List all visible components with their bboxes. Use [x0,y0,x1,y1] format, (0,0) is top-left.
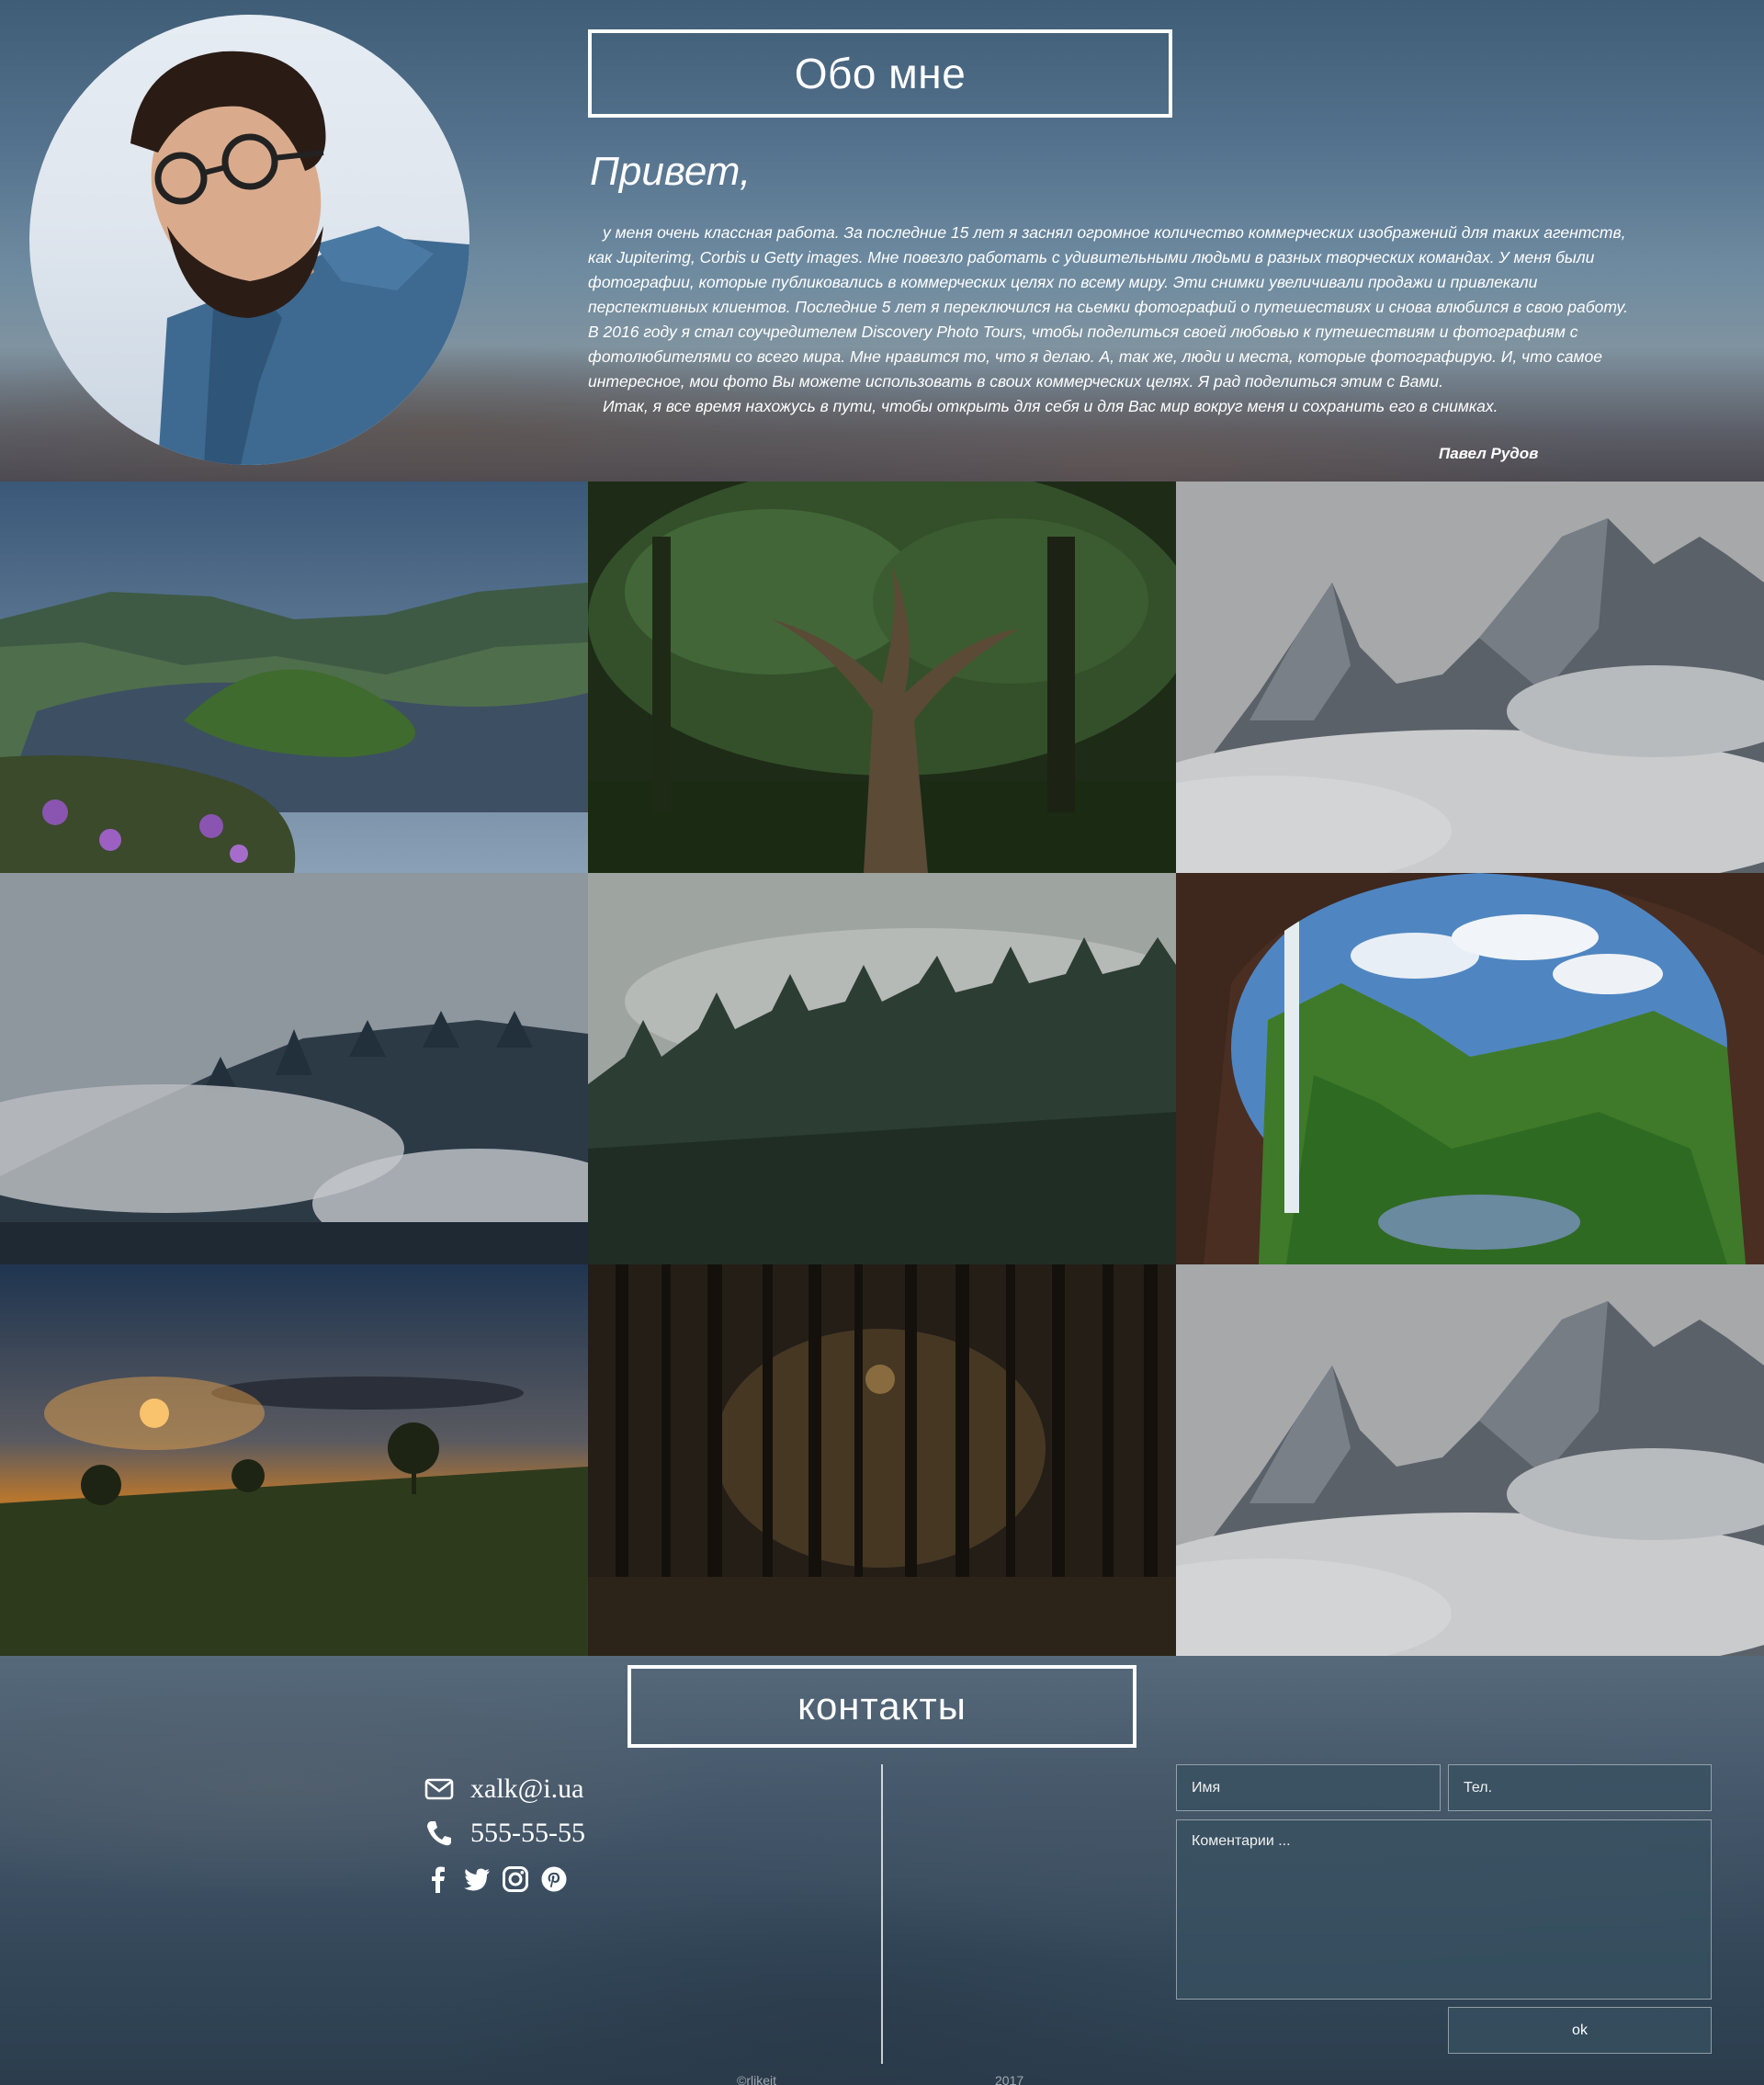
photo-gallery [0,482,1764,1656]
name-input[interactable] [1176,1764,1441,1811]
contacts-section: контакты xalk@i.ua 555-55-55 ok ©rlikeit… [0,1656,1764,2085]
misty-forest-photo[interactable] [588,873,1176,1264]
instagram-icon[interactable] [502,1865,529,1893]
footer-year: 2017 [995,2073,1024,2085]
lake-meander-photo[interactable] [0,482,588,873]
about-title: Обо мне [588,29,1172,118]
about-section: Обо мне Привет, у меня очень классная ра… [0,0,1764,482]
twitter-icon[interactable] [463,1865,491,1893]
phone-row: 555-55-55 [424,1818,585,1849]
phone-input[interactable] [1448,1764,1712,1811]
submit-button[interactable]: ok [1448,2007,1712,2054]
dark-forest-sunbeam-photo[interactable] [588,1264,1176,1656]
greeting-heading: Привет, [590,149,752,194]
envelope-icon [424,1774,454,1804]
email-text[interactable]: xalk@i.ua [470,1773,583,1805]
comment-textarea[interactable] [1176,1819,1712,2000]
contacts-title: контакты [628,1665,1136,1748]
old-tree-forest-photo[interactable] [588,482,1176,873]
foggy-pine-hill-photo[interactable] [0,873,588,1264]
misty-mountains-photo-2[interactable] [1176,1264,1764,1656]
phone-icon [424,1819,454,1848]
facebook-icon[interactable] [424,1865,452,1893]
author-portrait-image [130,51,469,465]
bio-text: у меня очень классная работа. За последн… [588,221,1635,419]
email-row: xalk@i.ua [424,1773,583,1805]
bio-paragraph-1: у меня очень классная работа. За последн… [588,223,1628,391]
misty-mountains-photo[interactable] [1176,482,1764,873]
contacts-divider [881,1764,883,2064]
author-avatar [29,15,469,465]
signature: Павел Рудов [1439,445,1539,462]
cave-waterfall-photo[interactable] [1176,873,1764,1264]
pinterest-icon[interactable] [540,1865,568,1893]
phone-text[interactable]: 555-55-55 [470,1818,585,1849]
sunset-meadow-photo[interactable] [0,1264,588,1656]
bio-paragraph-2: Итак, я все время нахожусь в пути, чтобы… [603,397,1498,415]
social-links [424,1865,568,1893]
footer-copyright: ©rlikeit [737,2073,776,2085]
